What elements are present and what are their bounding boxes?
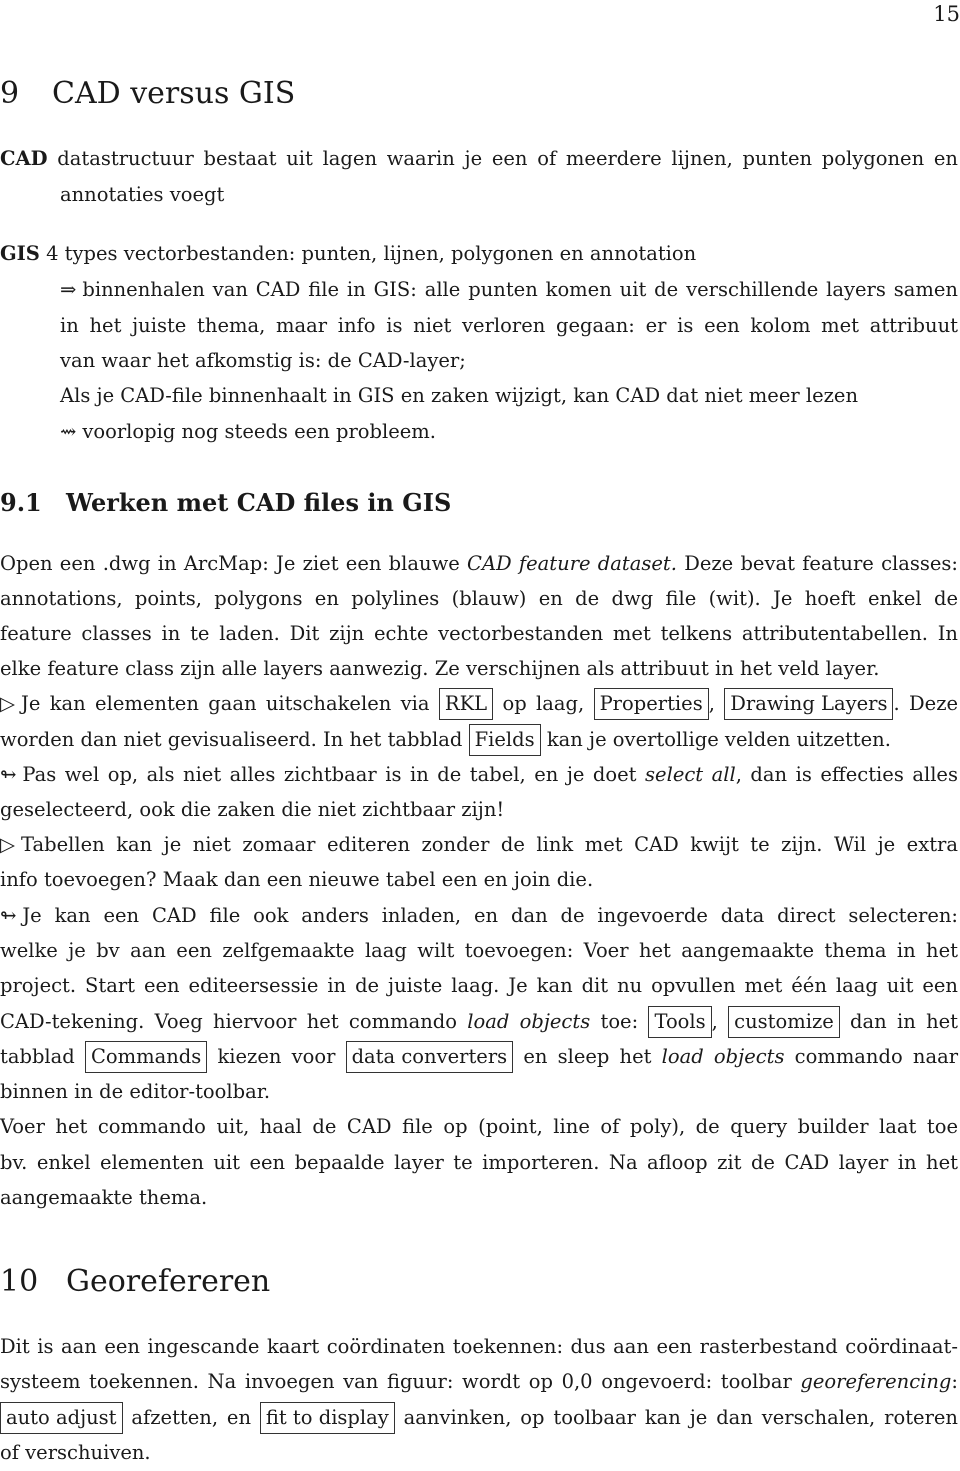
italic-term: select all: [645, 763, 736, 786]
ui-term-tools: Tools: [648, 1006, 712, 1038]
section-9-1-heading: 9.1 Werken met CAD files in GIS: [0, 488, 451, 517]
cad-def-text: datastructuur bestaat uit lagen waarin j…: [57, 147, 958, 170]
ui-term-customize: customize: [728, 1006, 840, 1038]
text: toe:: [590, 1010, 639, 1033]
hook-arrow-icon: ↬: [0, 904, 17, 927]
text: aanvinken, op toolbaar kan je dan versch…: [403, 1406, 958, 1429]
gis-line: van waar het afkomstig is: de CAD-layer;: [60, 349, 466, 372]
text: dan in het: [850, 1010, 958, 1033]
text: . Deze: [893, 692, 959, 715]
paragraph-line: welke je bv aan een zelfgemaakte laag wi…: [0, 939, 958, 962]
text: worden dan niet gevisualiseerd. In het t…: [0, 728, 463, 751]
implies-arrow-icon: ⇒: [60, 278, 77, 301]
paragraph-line: systeem toekennen. Na invoegen van figuu…: [0, 1364, 958, 1400]
paragraph-line: geselecteerd, ook die zaken die niet zic…: [0, 798, 505, 821]
paragraph-line: of verschuiven.: [0, 1441, 151, 1464]
ui-term-data-converters: data converters: [345, 1041, 514, 1073]
gis-line: in het juiste thema, maar info is niet v…: [60, 314, 958, 337]
paragraph-line: Voer het commando uit, haal de CAD file …: [0, 1115, 958, 1138]
text: tabblad: [0, 1045, 75, 1068]
text: Je kan elementen gaan uitschakelen via: [21, 692, 430, 715]
section-number: 9.1: [0, 488, 42, 517]
ui-term-commands: Commands: [84, 1041, 208, 1073]
text: systeem toekennen. Na invoegen van figuu…: [0, 1370, 801, 1393]
paragraph-line: Open een .dwg in ArcMap: Je ziet een bla…: [0, 546, 958, 582]
paragraph-line: info toevoegen? Maak dan een nieuwe tabe…: [0, 868, 594, 891]
text: Deze bevat feature classes:: [676, 552, 958, 575]
paragraph-line: elke feature class zijn alle layers aanw…: [0, 657, 880, 680]
italic-term: load objects: [661, 1045, 785, 1068]
paragraph-line: worden dan niet gevisualiseerd. In het t…: [0, 722, 891, 758]
gis-line: Als je CAD-file binnenhaalt in GIS en za…: [60, 384, 859, 407]
ui-term-fit-to-display: fit to display: [259, 1402, 395, 1434]
triangle-bullet-icon: ▷: [0, 833, 15, 856]
cad-definition: CAD datastructuur bestaat uit lagen waar…: [0, 141, 958, 177]
paragraph-line: feature classes in te laden. Dit zijn ec…: [0, 622, 958, 645]
gis-def-text: 4 types vectorbestanden: punten, lijnen,…: [46, 242, 697, 265]
italic-term: load objects: [467, 1010, 591, 1033]
text: CAD-tekening. Voeg hiervoor het commando: [0, 1010, 468, 1033]
paragraph-line: tabblad Commands kiezen voor data conver…: [0, 1039, 958, 1075]
ui-term-auto-adjust: auto adjust: [0, 1402, 123, 1434]
paragraph-line: aangemaakte thema.: [0, 1186, 208, 1209]
gis-line: ⇒ binnenhalen van CAD file in GIS: alle p…: [60, 272, 958, 308]
text: afzetten, en: [131, 1406, 252, 1429]
paragraph-line: ↬ Je kan een CAD file ook anders inladen,…: [0, 898, 958, 934]
ui-term-rkl: RKL: [438, 688, 494, 720]
squiggle-arrow-icon: ⇝: [60, 420, 77, 443]
italic-term: CAD feature dataset.: [467, 552, 677, 575]
ui-term-drawing-layers: Drawing Layers: [724, 688, 894, 720]
text: kiezen voor: [217, 1045, 336, 1068]
section-title: Werken met CAD files in GIS: [66, 488, 452, 517]
gis-term: GIS: [0, 242, 40, 265]
text: Je kan een CAD file ook anders inladen, …: [22, 904, 958, 927]
text: en sleep het: [523, 1045, 662, 1068]
section-9-heading: 9 CAD versus GIS: [0, 76, 295, 111]
paragraph-line: ↬ Pas wel op, als niet alles zichtbaar is…: [0, 757, 958, 793]
triangle-bullet-icon: ▷: [0, 692, 15, 715]
text: Pas wel op, als niet alles zichtbaar is …: [22, 763, 646, 786]
page-number: 15: [933, 2, 960, 26]
paragraph-line: binnen in de editor-toolbar.: [0, 1080, 271, 1103]
section-title: CAD versus GIS: [52, 76, 296, 111]
paragraph-line: ▷ Je kan elementen gaan uitschakelen via …: [0, 686, 958, 722]
hook-arrow-icon: ↬: [0, 763, 17, 786]
paragraph-line: auto adjust afzetten, en fit to display …: [0, 1400, 958, 1436]
gis-definition: GIS 4 types vectorbestanden: punten, lij…: [0, 236, 696, 272]
text: kan je overtollige velden uitzetten.: [546, 728, 891, 751]
section-10-heading: 10 Georefereren: [0, 1264, 270, 1299]
paragraph-line: CAD-tekening. Voeg hiervoor het commando…: [0, 1004, 958, 1040]
gis-line: ⇝ voorlopig nog steeds een probleem.: [60, 414, 436, 450]
cad-def-cont: annotaties voegt: [60, 183, 225, 206]
text: Tabellen kan je niet zomaar editeren zon…: [21, 833, 958, 856]
ui-term-properties: Properties: [593, 688, 709, 720]
paragraph-line: ▷ Tabellen kan je niet zomaar editeren zo…: [0, 827, 958, 863]
text: commando naar: [784, 1045, 959, 1068]
gis-line-text: voorlopig nog steeds een probleem.: [82, 420, 437, 443]
paragraph-line: bv. enkel elementen uit een bepaalde lay…: [0, 1151, 958, 1174]
paragraph-line: annotations, points, polygons en polylin…: [0, 587, 958, 610]
section-number: 9: [0, 76, 20, 111]
paragraph-line: Dit is aan een ingescande kaart coördina…: [0, 1335, 958, 1358]
text: Open een .dwg in ArcMap: Je ziet een bla…: [0, 552, 468, 575]
text: :: [951, 1370, 958, 1393]
ui-term-fields: Fields: [468, 724, 541, 756]
paragraph-line: project. Start een editeersessie in de j…: [0, 974, 958, 997]
section-title: Georefereren: [66, 1264, 271, 1299]
italic-term: georeferencing: [800, 1370, 952, 1393]
text: op laag,: [502, 692, 585, 715]
text: , dan is effecties alles: [735, 763, 958, 786]
section-number: 10: [0, 1264, 39, 1299]
cad-term: CAD: [0, 147, 48, 170]
gis-line-text: binnenhalen van CAD file in GIS: alle pu…: [82, 278, 958, 301]
